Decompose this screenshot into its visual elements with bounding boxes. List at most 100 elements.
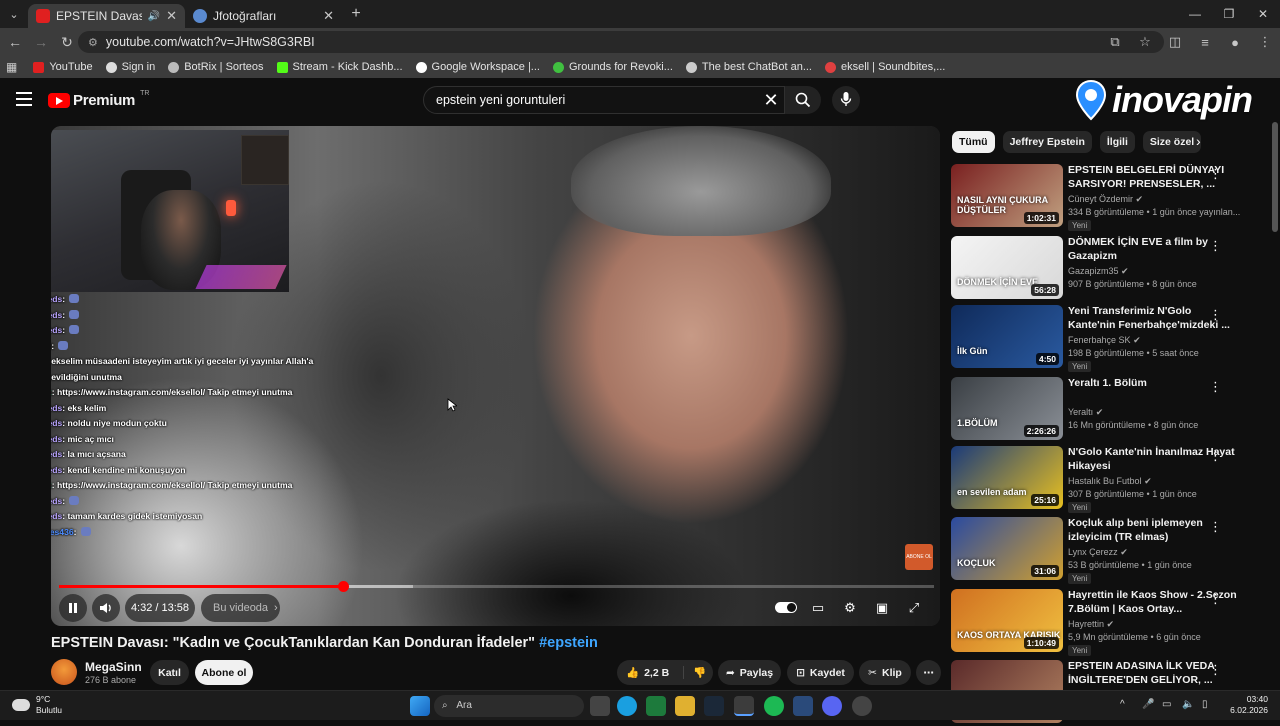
extensions-icon[interactable]: ◫ xyxy=(1160,34,1190,50)
bookmark-item[interactable]: Stream - Kick Dashb... xyxy=(277,61,403,73)
network-icon[interactable]: ▭ xyxy=(1162,699,1171,710)
forward-icon[interactable]: → xyxy=(28,34,54,50)
apps-grid-icon[interactable]: ▦ xyxy=(6,60,17,74)
video-thumbnail[interactable]: İlk Gün4:50 xyxy=(951,305,1063,368)
minimize-icon[interactable]: — xyxy=(1178,0,1212,28)
bookmark-item[interactable]: YouTube xyxy=(33,61,92,73)
app-icon[interactable] xyxy=(793,696,813,716)
channel-name[interactable]: Lynx Çerezz ✔ xyxy=(1068,547,1128,558)
search-button[interactable] xyxy=(785,86,821,114)
url-bar[interactable]: ⚙ youtube.com/watch?v=JHtwS8G3RBI xyxy=(78,31,1164,53)
microphone-icon[interactable]: 🎤 xyxy=(1142,699,1154,710)
video-thumbnail[interactable]: KOÇLUK31:06 xyxy=(951,517,1063,580)
video-thumbnail[interactable]: en sevilen adam25:16 xyxy=(951,446,1063,509)
page-scrollbar[interactable] xyxy=(1272,122,1278,688)
filter-chip[interactable]: Jeffrey Epstein xyxy=(1003,131,1092,153)
more-options-icon[interactable]: ⋮ xyxy=(1209,166,1221,182)
spotify-icon[interactable] xyxy=(764,696,784,716)
menu-icon[interactable]: ⋮ xyxy=(1250,34,1280,50)
pause-button[interactable] xyxy=(59,594,87,622)
fullscreen-icon[interactable]: ⤢ xyxy=(901,596,927,620)
more-options-icon[interactable]: ⋮ xyxy=(1209,662,1221,678)
discord-icon[interactable] xyxy=(822,696,842,716)
new-tab-button[interactable]: + xyxy=(342,5,370,23)
bookmark-item[interactable]: Grounds for Revoki... xyxy=(553,61,673,73)
speaker-icon[interactable]: 🔈 xyxy=(1182,699,1194,710)
taskbar-search[interactable]: ⌕ Ara xyxy=(434,695,584,717)
excel-icon[interactable] xyxy=(646,696,666,716)
site-info-icon[interactable]: ⚙ xyxy=(88,36,98,49)
bookmark-star-icon[interactable]: ☆ xyxy=(1130,34,1160,50)
tray-chevron-icon[interactable]: ^ xyxy=(1120,699,1125,710)
media-icon[interactable]: ≡ xyxy=(1190,35,1220,50)
recommended-video[interactable]: NASIL AYNI ÇUKURA DÜŞTÜLER1:02:31EPSTEIN… xyxy=(951,164,1263,230)
channel-name[interactable]: Gazapizm35 ✔ xyxy=(1068,266,1129,277)
youtube-premium-logo[interactable]: Premium TR xyxy=(48,92,149,109)
channel-name[interactable]: Hayrettin ✔ xyxy=(1068,619,1114,630)
task-view-icon[interactable] xyxy=(590,696,610,716)
filter-chip[interactable]: Tümü xyxy=(952,131,995,153)
chevron-right-icon[interactable]: › xyxy=(1196,133,1201,149)
more-options-icon[interactable]: ⋮ xyxy=(1209,379,1221,395)
channel-avatar[interactable] xyxy=(51,659,77,685)
weather-widget[interactable]: 9°C Bulutlu xyxy=(12,694,62,716)
tab-youtube[interactable]: EPSTEIN Davası: "Kadın ve Ç 🔊 ✕ xyxy=(28,4,185,28)
back-icon[interactable]: ← xyxy=(2,34,28,50)
subscribe-button[interactable]: Abone ol xyxy=(195,660,253,685)
more-actions-icon[interactable]: ⋯ xyxy=(916,660,941,685)
miniplayer-icon[interactable]: ▣ xyxy=(869,596,895,620)
clip-button[interactable]: ✂Klip xyxy=(859,660,911,685)
battery-icon[interactable]: ▯ xyxy=(1202,699,1208,710)
recommended-video[interactable]: KOÇLUK31:06Koçluk alıp beni iplemeyen iz… xyxy=(951,517,1263,583)
channel-name[interactable]: Hastalık Bu Futbol ✔ xyxy=(1068,476,1152,487)
more-options-icon[interactable]: ⋮ xyxy=(1209,307,1221,323)
video-thumbnail[interactable]: DÖNMEK İÇİN EVE56:28 xyxy=(951,236,1063,299)
video-player[interactable]: Alwaysboreds:Alwaysboreds:Alwaysboreds:M… xyxy=(51,126,940,626)
steam-icon[interactable] xyxy=(704,696,724,716)
edge-icon[interactable] xyxy=(617,696,637,716)
recommended-video[interactable]: İlk Gün4:50Yeni Transferimiz N'Golo Kant… xyxy=(951,305,1263,371)
more-options-icon[interactable]: ⋮ xyxy=(1209,448,1221,464)
close-tab-icon[interactable]: ✕ xyxy=(323,8,334,24)
restore-icon[interactable]: ❐ xyxy=(1212,0,1246,28)
more-options-icon[interactable]: ⋮ xyxy=(1209,519,1221,535)
close-tab-icon[interactable]: ✕ xyxy=(166,8,177,24)
more-options-icon[interactable]: ⋮ xyxy=(1209,591,1221,607)
search-input[interactable]: epstein yeni goruntuleri xyxy=(423,86,785,114)
progress-bar[interactable] xyxy=(59,585,934,588)
profile-avatar-icon[interactable]: ● xyxy=(1220,35,1250,50)
channel-name[interactable]: Cüneyt Özdemir ✔ xyxy=(1068,194,1143,205)
thumbs-down-icon[interactable]: 👎 xyxy=(683,666,706,679)
tab-photos[interactable]: Jfotoğrafları ✕ xyxy=(185,4,342,28)
bookmark-item[interactable]: eksell | Soundbites,... xyxy=(825,61,945,73)
bookmark-item[interactable]: Sign in xyxy=(106,61,156,73)
tab-search-icon[interactable]: ⌄ xyxy=(0,0,28,28)
close-window-icon[interactable]: ✕ xyxy=(1246,0,1280,28)
recommended-video[interactable]: KAOS ORTAYA KARIŞIK1:10:49Hayrettin ile … xyxy=(951,589,1263,655)
channel-name[interactable]: MegaSinn xyxy=(85,660,142,674)
join-button[interactable]: Katıl xyxy=(150,660,189,685)
bookmark-item[interactable]: BotRix | Sorteos xyxy=(168,61,263,73)
filter-chip[interactable]: İlgili xyxy=(1100,131,1135,153)
video-thumbnail[interactable]: NASIL AYNI ÇUKURA DÜŞTÜLER1:02:31 xyxy=(951,164,1063,227)
recommended-video[interactable]: en sevilen adam25:16N'Golo Kante'nin İna… xyxy=(951,446,1263,512)
recommended-video[interactable]: 1.BÖLÜM2:26:26Yeraltı 1. BölümYeraltı ✔1… xyxy=(951,377,1263,443)
app-icon[interactable] xyxy=(852,696,872,716)
hamburger-menu-icon[interactable] xyxy=(16,92,32,106)
file-explorer-icon[interactable] xyxy=(675,696,695,716)
thumbs-up-icon[interactable]: 👍 xyxy=(626,666,639,679)
clear-search-icon[interactable]: ✕ xyxy=(757,86,785,114)
channel-name[interactable]: Fenerbahçe SK ✔ xyxy=(1068,335,1141,346)
voice-search-button[interactable] xyxy=(832,86,860,114)
start-windows-icon[interactable] xyxy=(410,696,430,716)
cast-icon[interactable]: ⧉ xyxy=(1100,34,1130,50)
video-thumbnail[interactable]: KAOS ORTAYA KARIŞIK1:10:49 xyxy=(951,589,1063,652)
in-this-video-button[interactable]: Bu videoda › xyxy=(201,594,280,622)
video-thumbnail[interactable]: 1.BÖLÜM2:26:26 xyxy=(951,377,1063,440)
system-clock[interactable]: 03:40 6.02.2026 xyxy=(1220,694,1268,716)
save-button[interactable]: ⊡Kaydet xyxy=(787,660,854,685)
channel-name[interactable]: Yeraltı ✔ xyxy=(1068,407,1103,418)
recommended-video[interactable]: DÖNMEK İÇİN EVE56:28DÖNMEK İÇİN EVE a fi… xyxy=(951,236,1263,302)
subtitles-icon[interactable]: ▭ xyxy=(805,596,831,620)
hashtag-link[interactable]: #epstein xyxy=(539,635,598,651)
